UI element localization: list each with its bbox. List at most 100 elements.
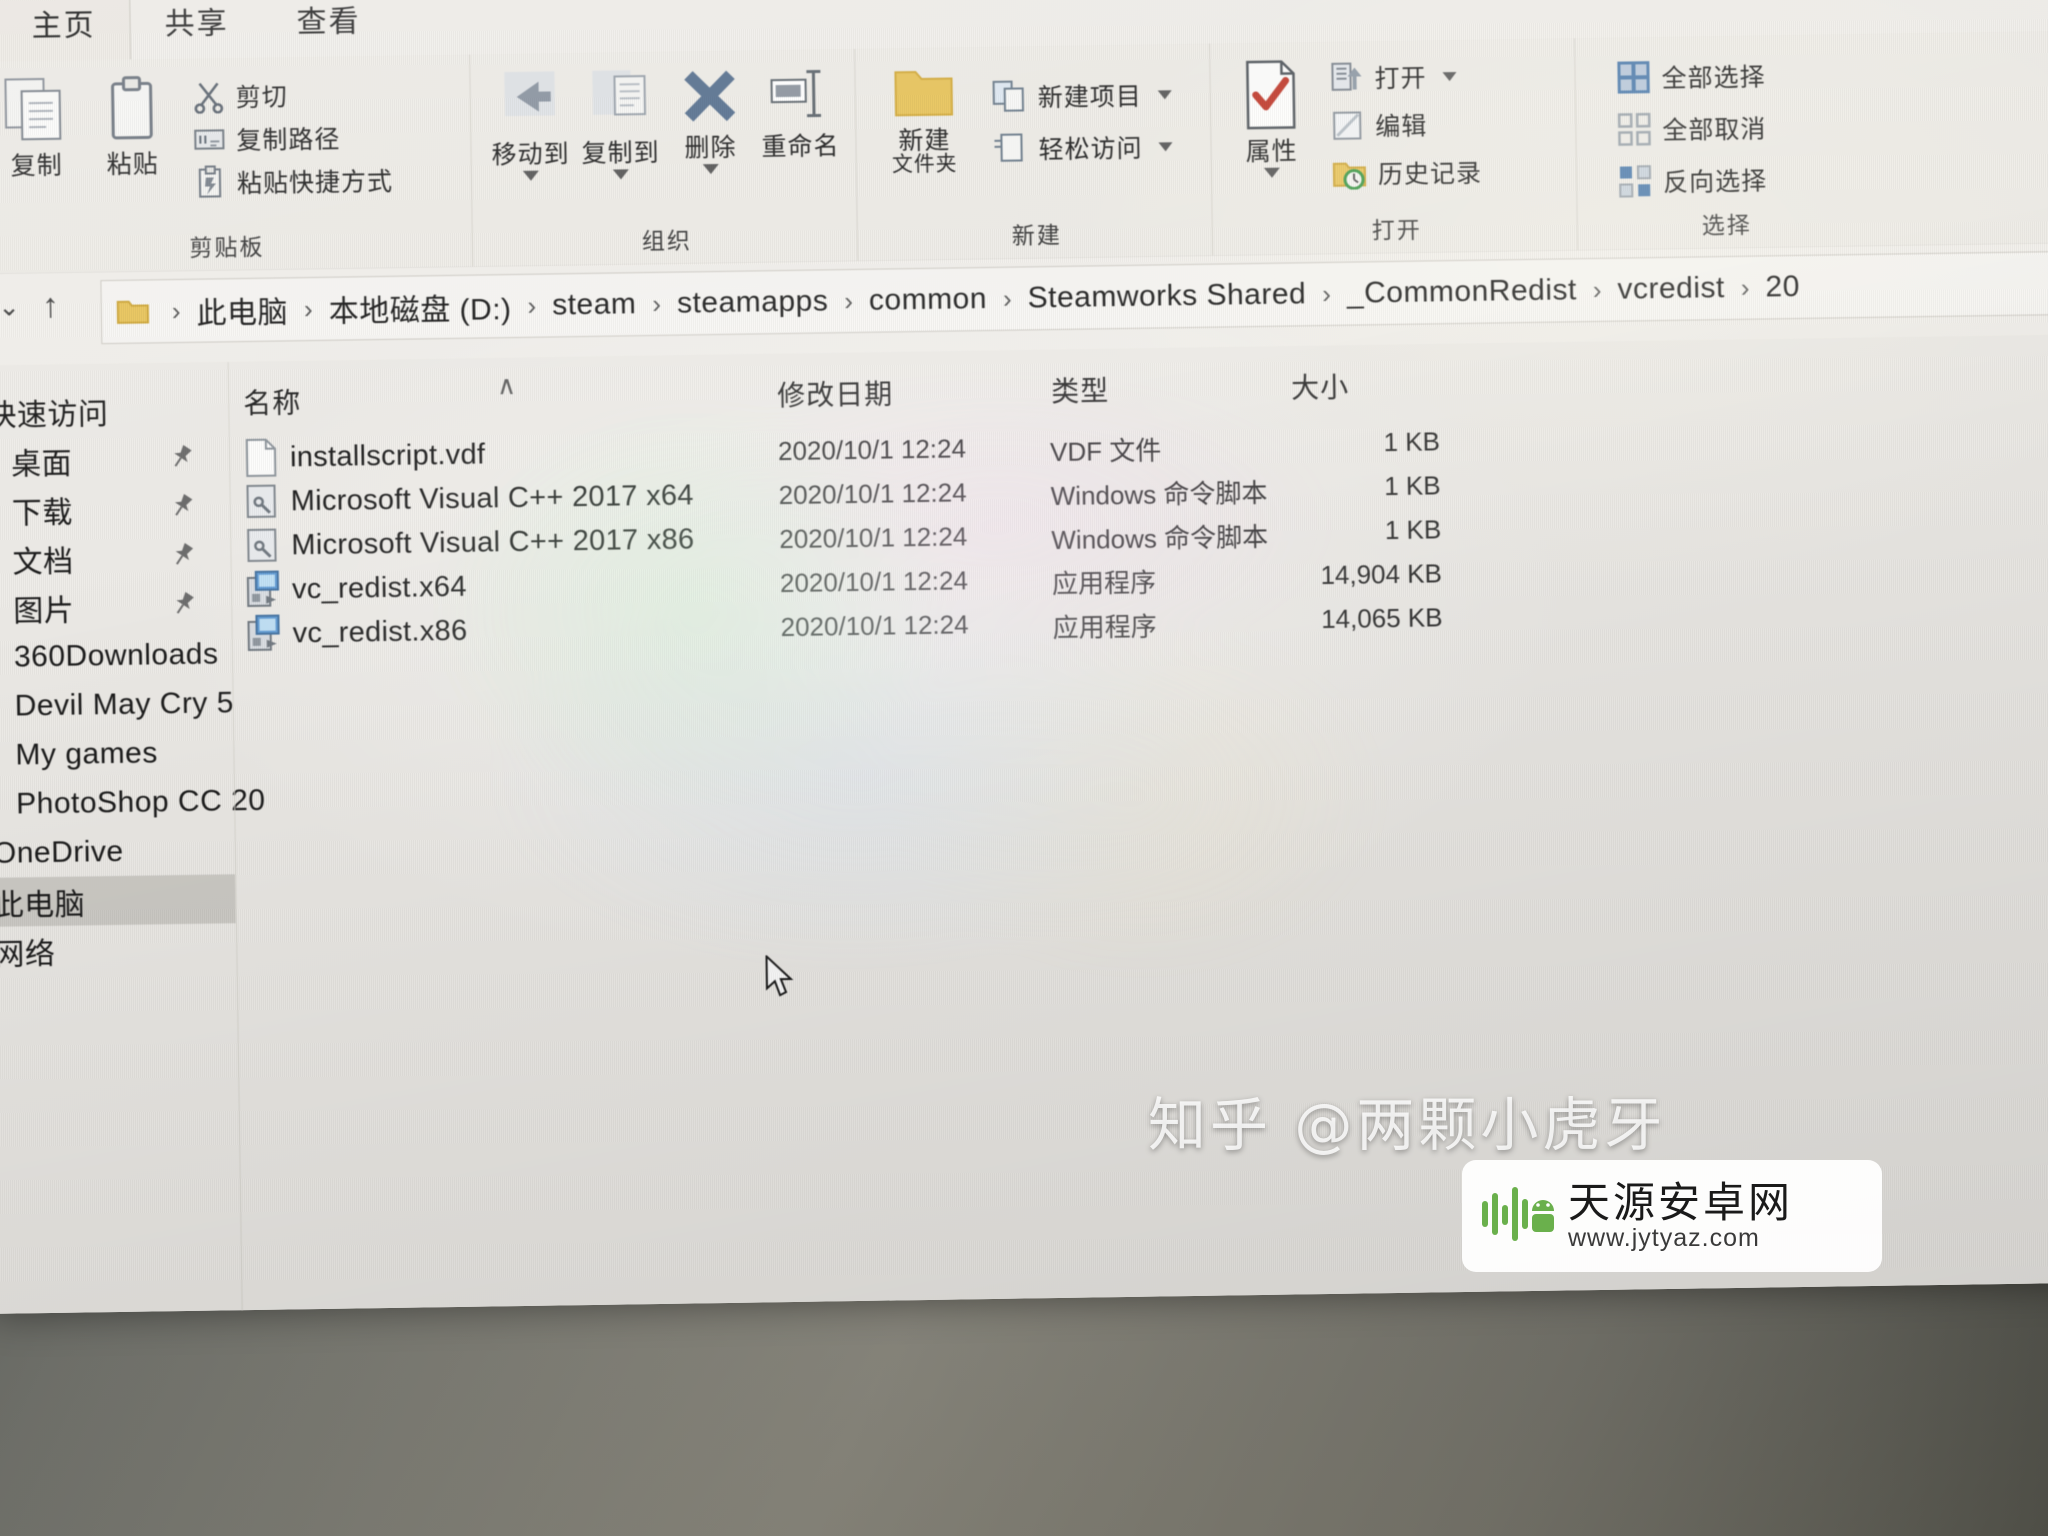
breadcrumb-item-steamworks-shared[interactable]: Steamworks Shared <box>1027 277 1306 315</box>
paste-button-label: 粘贴 <box>106 150 159 180</box>
tab-view[interactable]: 查看 <box>262 0 395 58</box>
copy-to-chevron-down-icon[interactable] <box>612 169 629 180</box>
tab-share[interactable]: 共享 <box>130 0 263 60</box>
delete-button[interactable]: 删除 <box>664 60 756 175</box>
sidebar-item-quick-access[interactable]: 快速访问 <box>0 384 229 437</box>
select-none-icon <box>1616 111 1653 148</box>
properties-button[interactable]: 属性 <box>1224 52 1318 179</box>
sidebar-item-label: 桌面 <box>10 447 73 482</box>
breadcrumb-item-commonredist[interactable]: _CommonRedist <box>1347 273 1577 310</box>
copy-path-button[interactable]: 复制路径 <box>192 119 393 158</box>
pin-icon[interactable] <box>162 536 201 576</box>
move-to-chevron-down-icon[interactable] <box>522 170 539 182</box>
sidebar-item-onedrive[interactable]: OneDrive <box>0 825 235 878</box>
new-folder-button[interactable]: 新建 文件夹 <box>869 57 979 177</box>
column-header-size[interactable]: 大小 <box>1291 366 1350 407</box>
new-item-chevron-down-icon[interactable] <box>1157 89 1172 99</box>
sidebar-item-devil-may-cry-5[interactable]: Devil May Cry 5 <box>0 678 234 731</box>
sidebar-item-label: 360Downloads <box>13 636 219 673</box>
delete-x-icon <box>678 67 741 130</box>
tab-home[interactable]: 主页 <box>0 0 132 62</box>
copy-button-label: 复制 <box>10 151 63 181</box>
cut-button-label: 剪切 <box>235 83 288 113</box>
new-item-button[interactable]: 新建项目 <box>992 76 1173 115</box>
breadcrumb-item-common[interactable]: common <box>869 282 988 318</box>
paste-shortcut-button[interactable]: 粘贴快捷方式 <box>193 162 394 201</box>
file-size: 1 KB <box>1383 426 1441 458</box>
file-date: 2020/10/1 12:24 <box>779 521 968 555</box>
file-name: Microsoft Visual C++ 2017 x64 <box>290 479 695 518</box>
column-header-name[interactable]: 名称 <box>243 381 302 422</box>
breadcrumb-item-steam[interactable]: steam <box>552 287 637 322</box>
breadcrumb-item-this-pc[interactable]: 此电脑 <box>196 287 288 332</box>
up-arrow-icon[interactable]: ↑ <box>42 287 60 325</box>
file-type: 应用程序 <box>1051 567 1157 600</box>
pin-icon[interactable] <box>163 585 202 625</box>
sidebar-item-photoshop-cc-20[interactable]: PhotoShop CC 20 <box>0 776 266 829</box>
sidebar-item-label: PhotoShop CC 20 <box>15 783 266 820</box>
site-watermark-badge: 天源安卓网 www.jytyaz.com <box>1462 1160 1882 1272</box>
file-date: 2020/10/1 12:24 <box>779 565 969 599</box>
installer-exe-icon <box>246 569 283 615</box>
breadcrumb-item-vcredist[interactable]: vcredist <box>1617 271 1725 307</box>
easy-access-button[interactable]: 轻松访问 <box>992 128 1173 167</box>
sidebar-item-network[interactable]: 网络 <box>0 923 237 976</box>
sidebar-item-documents[interactable]: 文档 <box>0 531 231 584</box>
navigation-pane: 快速访问 桌面 下载 文档 图片 360Downloads Devil May … <box>0 362 266 1314</box>
open-icon <box>1330 61 1364 94</box>
column-header-date[interactable]: 修改日期 <box>777 372 894 414</box>
breadcrumb-item-steamapps[interactable]: steamapps <box>677 284 829 320</box>
breadcrumb-separator: › <box>652 288 662 319</box>
sidebar-item-label: 网络 <box>0 937 56 972</box>
move-to-icon <box>498 69 561 136</box>
move-to-button[interactable]: 移动到 <box>484 63 576 182</box>
sidebar-item-label: 此电脑 <box>0 887 86 923</box>
paste-button[interactable]: 粘贴 <box>85 69 179 179</box>
sidebar-item-downloads[interactable]: 下载 <box>0 482 230 535</box>
tab-view-label: 查看 <box>296 5 361 40</box>
sidebar-item-my-games[interactable]: My games <box>0 727 234 780</box>
breadcrumb-item-year[interactable]: 20 <box>1765 270 1800 305</box>
select-none-button[interactable]: 全部取消 <box>1616 109 1767 147</box>
edit-button[interactable]: 编辑 <box>1331 106 1482 144</box>
select-all-icon <box>1615 59 1652 96</box>
select-all-button[interactable]: 全部选择 <box>1615 57 1766 95</box>
photo-of-monitor: 主页 共享 查看 复制 粘贴 剪切 复制路径 粘贴快捷方式 剪贴板 移动到 复制… <box>0 0 2048 1536</box>
breadcrumb-item-local-disk-d[interactable]: 本地磁盘 (D:) <box>328 284 512 331</box>
move-to-button-label: 移动到 <box>491 140 570 170</box>
open-button-label: 打开 <box>1374 64 1427 94</box>
properties-chevron-down-icon[interactable] <box>1263 167 1281 179</box>
open-button[interactable]: 打开 <box>1330 58 1481 96</box>
folder-icon <box>116 297 150 326</box>
new-folder-label-line2: 文件夹 <box>891 152 958 177</box>
sidebar-item-label: 文档 <box>12 545 74 579</box>
column-header-type[interactable]: 类型 <box>1051 369 1110 410</box>
sort-ascending-icon[interactable]: ∧ <box>497 370 516 401</box>
invert-selection-button[interactable]: 反向选择 <box>1617 161 1768 199</box>
copy-to-button[interactable]: 复制到 <box>574 62 666 181</box>
cut-button[interactable]: 剪切 <box>191 76 392 115</box>
easy-access-chevron-down-icon[interactable] <box>1158 141 1173 151</box>
file-size: 1 KB <box>1384 470 1441 502</box>
sidebar-item-pictures[interactable]: 图片 <box>0 580 232 633</box>
copy-path-icon <box>192 122 227 157</box>
delete-chevron-down-icon[interactable] <box>702 164 719 175</box>
ribbon-group-clipboard-title: 剪贴板 <box>189 233 265 261</box>
open-chevron-down-icon[interactable] <box>1442 71 1457 81</box>
rename-button-label: 重命名 <box>761 132 840 162</box>
copy-button[interactable]: 复制 <box>0 70 83 180</box>
sidebar-item-desktop[interactable]: 桌面 <box>0 433 229 486</box>
select-all-button-label: 全部选择 <box>1661 63 1766 93</box>
ribbon-group-new: 新建 文件夹 新建项目 轻松访问 新建 <box>855 43 1214 261</box>
generic-file-icon <box>244 438 279 483</box>
sidebar-item-360downloads[interactable]: 360Downloads <box>0 629 232 682</box>
rename-button[interactable]: 重命名 <box>754 59 845 161</box>
history-button[interactable]: 历史记录 <box>1332 154 1483 192</box>
pin-icon[interactable] <box>161 438 200 478</box>
pin-icon[interactable] <box>161 487 200 527</box>
easy-access-icon <box>992 131 1029 166</box>
copy-to-button-label: 复制到 <box>581 138 660 169</box>
chevron-down-icon[interactable]: ⌄ <box>0 291 20 321</box>
new-item-icon <box>992 79 1029 114</box>
sidebar-item-this-pc[interactable]: 此电脑 <box>0 874 236 927</box>
